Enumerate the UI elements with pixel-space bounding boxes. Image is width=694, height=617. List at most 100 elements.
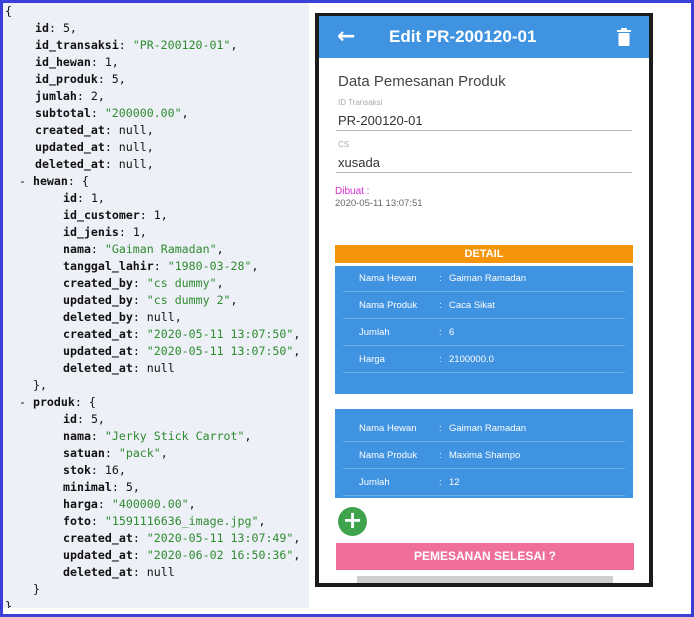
code-token: - (19, 395, 33, 409)
phone-mockup: ← Edit PR-200120-01 Data Pemesanan Produ… (315, 13, 653, 587)
code-line: nama: "Gaiman Ramadan", (5, 241, 300, 258)
detail-card-1[interactable]: Nama Hewan: Gaiman Ramadan Nama Produk: Ca… (335, 266, 633, 394)
row-divider (343, 372, 625, 373)
trash-icon[interactable] (617, 28, 631, 46)
detail-card-2[interactable]: Nama Hewan: Gaiman Ramadan Nama Produk: Ma… (335, 409, 633, 498)
code-line: } (5, 581, 300, 598)
code-token: : (132, 293, 147, 307)
code-token: : (76, 412, 91, 426)
row-sep: : (439, 273, 442, 284)
code-token: id_produk (35, 72, 98, 86)
card-row: Nama Produk: Maxima Shampo (359, 450, 520, 461)
code-token: : (132, 276, 147, 290)
code-line: deleted_at: null, (5, 156, 300, 173)
code-token: , (230, 38, 238, 52)
code-line: id: 5, (5, 20, 300, 37)
code-token: : (76, 89, 91, 103)
code-line: { (5, 3, 300, 20)
arrow-left-icon[interactable]: ← (337, 24, 355, 49)
code-token: , (181, 106, 189, 120)
code-token: null (146, 310, 175, 324)
row-divider (343, 345, 625, 346)
code-token: deleted_by (63, 310, 133, 324)
code-token: }, (19, 378, 47, 392)
code-token: : (118, 225, 133, 239)
code-token: , (244, 429, 252, 443)
code-token: 1 (132, 225, 140, 239)
code-line: stok: 16, (5, 462, 300, 479)
row-label: Jumlah (359, 327, 390, 338)
code-line: id_customer: 1, (5, 207, 300, 224)
code-token: , (216, 242, 224, 256)
code-token: "2020-05-11 13:07:50" (146, 327, 294, 341)
code-token: harga (63, 497, 98, 511)
code-token: "1980-03-28" (167, 259, 252, 273)
row-label: Nama Hewan (359, 423, 417, 434)
code-token: "200000.00" (104, 106, 182, 120)
code-token: : (97, 72, 112, 86)
code-token: , (160, 208, 168, 222)
code-line: created_at: "2020-05-11 13:07:50", (5, 326, 300, 343)
code-token: : (90, 55, 105, 69)
code-token: null (118, 140, 147, 154)
row-value: 6 (449, 327, 455, 338)
section-title: Data Pemesanan Produk (338, 73, 506, 90)
code-line: id: 5, (5, 411, 300, 428)
code-token: : (104, 446, 119, 460)
code-token: : (139, 208, 154, 222)
code-token: : { (74, 395, 96, 409)
row-label: Harga (359, 354, 385, 365)
code-line: minimal: 5, (5, 479, 300, 496)
row-divider (343, 318, 625, 319)
code-token: deleted_at (63, 361, 133, 375)
code-token: deleted_at (63, 565, 133, 579)
finish-order-button[interactable]: PEMESANAN SELESAI ? (336, 543, 634, 570)
code-token: , (111, 55, 119, 69)
code-token: null (118, 157, 147, 171)
code-token: 5 (90, 412, 98, 426)
card-row: Nama Hewan: Gaiman Ramadan (359, 423, 526, 434)
row-sep: : (439, 477, 442, 488)
code-token: , (118, 72, 126, 86)
row-value: Caca Sikat (449, 300, 495, 311)
code-token: "pack" (118, 446, 161, 460)
dibuat-label: Dibuat : (335, 186, 370, 197)
row-value: Maxima Shampo (449, 450, 521, 461)
code-token: 1 (153, 208, 161, 222)
id-transaksi-field[interactable]: PR-200120-01 (338, 113, 423, 128)
code-token: : (90, 514, 105, 528)
bottom-nav-strip (357, 576, 613, 583)
code-token: : (132, 327, 147, 341)
code-token: produk (32, 395, 75, 409)
code-line: updated_at: "2020-05-11 13:07:50", (5, 343, 300, 360)
code-line: updated_by: "cs dummy 2", (5, 292, 300, 309)
row-value: 2100000.0 (449, 354, 494, 365)
code-token: 1 (90, 191, 98, 205)
code-token: 1 (104, 55, 112, 69)
code-token: updated_at (63, 344, 133, 358)
code-token: , (146, 157, 154, 171)
code-token: null (118, 123, 147, 137)
code-line: deleted_at: null (5, 360, 300, 377)
code-token: "cs dummy 2" (146, 293, 231, 307)
row-value: Gaiman Ramadan (449, 273, 527, 284)
row-label: Nama Produk (359, 300, 418, 311)
code-token: "2020-06-02 16:50:36" (146, 548, 294, 562)
json-code: {id: 5, id_transaksi: "PR-200120-01", id_h… (5, 3, 300, 608)
cs-field[interactable]: xusada (338, 155, 380, 170)
code-token: , (97, 412, 105, 426)
code-token: 5 (125, 480, 133, 494)
code-token: , (146, 140, 154, 154)
code-token: , (293, 344, 301, 358)
code-token: , (160, 446, 168, 460)
code-token: id_customer (63, 208, 140, 222)
code-token: , (293, 548, 301, 562)
code-line: created_at: "2020-05-11 13:07:49", (5, 530, 300, 547)
code-token: : (90, 106, 105, 120)
code-token: , (258, 514, 266, 528)
row-divider (343, 495, 625, 496)
code-token: updated_at (35, 140, 105, 154)
code-line: id_transaksi: "PR-200120-01", (5, 37, 300, 54)
add-item-button[interactable]: + (338, 507, 367, 536)
row-sep: : (439, 450, 442, 461)
